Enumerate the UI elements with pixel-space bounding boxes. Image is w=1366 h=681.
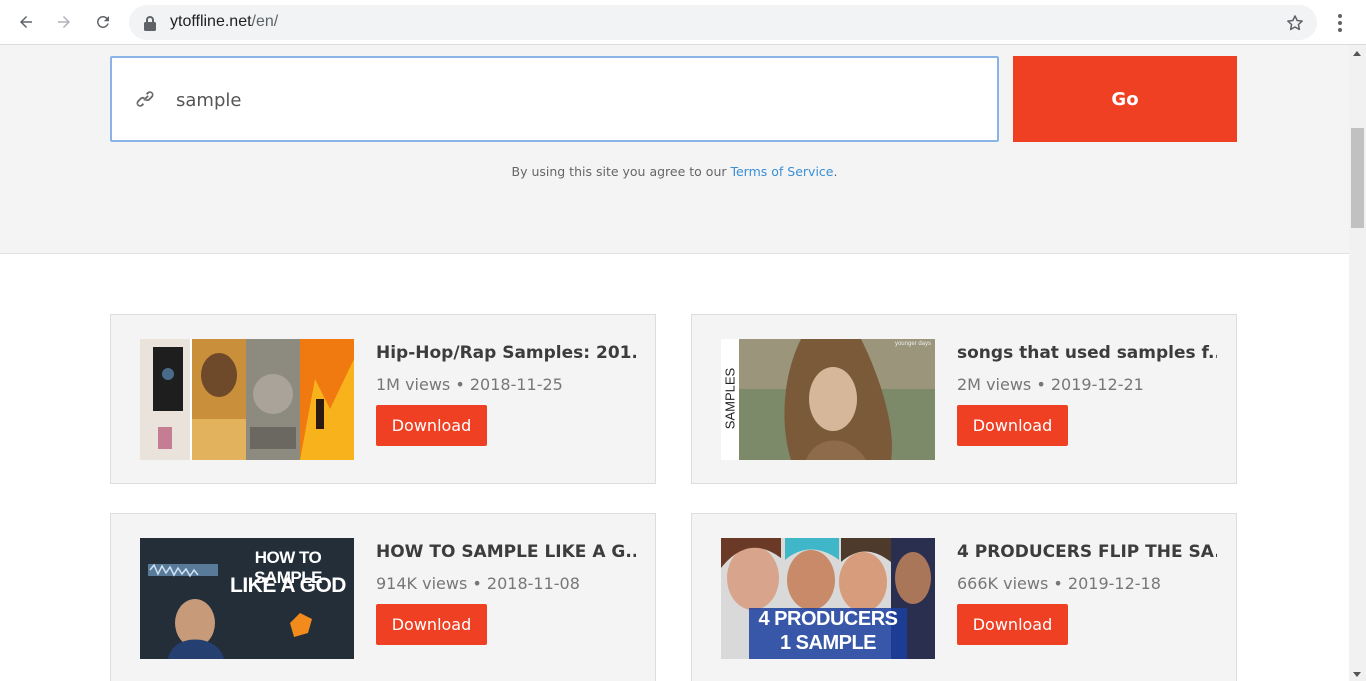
video-thumbnail[interactable]: SAMPLES younger days: [721, 339, 935, 460]
video-meta: 914K views • 2018-11-08: [376, 574, 580, 593]
link-icon: [136, 91, 154, 107]
more-vert-icon[interactable]: [1330, 8, 1350, 38]
page-viewport: Go By using this site you agree to our T…: [0, 45, 1349, 681]
result-card: SAMPLES younger days songs that used sam…: [691, 314, 1237, 484]
portrait-thumbnail-image: [721, 339, 935, 460]
thumbnail-headline-1: 4 PRODUCERS: [758, 608, 898, 630]
result-card: HOW TO SAMPLE LIKE A GOD HOW TO SAMPLE L…: [110, 513, 656, 681]
video-title[interactable]: Hip-Hop/Rap Samples: 201...: [376, 343, 636, 363]
video-title[interactable]: HOW TO SAMPLE LIKE A G...: [376, 542, 636, 562]
search-input[interactable]: [176, 82, 956, 118]
scroll-up-icon[interactable]: [1353, 51, 1361, 56]
video-meta: 2M views • 2019-12-21: [957, 375, 1144, 394]
search-box[interactable]: [110, 56, 999, 142]
scrollbar-thumb[interactable]: [1351, 128, 1364, 228]
video-thumbnail[interactable]: HOW TO SAMPLE LIKE A GOD: [140, 538, 354, 659]
download-button[interactable]: Download: [376, 604, 487, 645]
video-meta: 1M views • 2018-11-25: [376, 375, 563, 394]
back-arrow-icon: [20, 16, 32, 28]
search-section: Go By using this site you agree to our T…: [0, 45, 1349, 254]
forward-button[interactable]: [48, 6, 80, 38]
back-button[interactable]: [10, 6, 42, 38]
terms-prefix: By using this site you agree to our: [511, 164, 731, 179]
thumbnail-headline-2: 1 SAMPLE: [779, 632, 877, 654]
browser-toolbar: ytoffline.net/en/: [0, 0, 1366, 45]
terms-notice: By using this site you agree to our Term…: [0, 164, 1349, 179]
loading-bar: [0, 0, 1200, 2]
download-button[interactable]: Download: [957, 405, 1068, 446]
result-card: 4 PRODUCERS 1 SAMPLE 4 PRODUCERS FLIP TH…: [691, 513, 1237, 681]
url-text[interactable]: ytoffline.net/en/: [170, 13, 278, 31]
lock-icon: [144, 16, 156, 31]
download-button[interactable]: Download: [957, 604, 1068, 645]
download-button[interactable]: Download: [376, 405, 487, 446]
thumbnail-headline-2: LIKE A GOD: [230, 574, 346, 597]
reload-button[interactable]: [87, 6, 119, 38]
url-domain: ytoffline.net: [170, 13, 252, 30]
video-thumbnail[interactable]: 4 PRODUCERS 1 SAMPLE: [721, 538, 935, 659]
thumbnail-corner-text: younger days: [894, 341, 931, 347]
scroll-down-icon[interactable]: [1353, 672, 1361, 677]
video-title[interactable]: 4 PRODUCERS FLIP THE SA...: [957, 542, 1217, 562]
terms-of-service-link[interactable]: Terms of Service: [730, 164, 833, 179]
reload-icon: [96, 15, 109, 28]
video-thumbnail[interactable]: [140, 339, 354, 460]
forward-arrow-icon: [58, 16, 70, 28]
album-collage-image: [140, 339, 354, 460]
star-icon[interactable]: [1285, 13, 1305, 33]
video-title[interactable]: songs that used samples f...: [957, 343, 1217, 363]
terms-suffix: .: [833, 164, 838, 179]
result-card: Hip-Hop/Rap Samples: 201... 1M views • 2…: [110, 314, 656, 484]
video-meta: 666K views • 2019-12-18: [957, 574, 1161, 593]
address-bar[interactable]: ytoffline.net/en/: [129, 5, 1317, 40]
url-path: /en/: [251, 13, 279, 30]
page-scrollbar[interactable]: [1349, 45, 1366, 681]
thumbnail-side-text: SAMPLES: [722, 367, 738, 430]
go-button[interactable]: Go: [1013, 56, 1237, 142]
